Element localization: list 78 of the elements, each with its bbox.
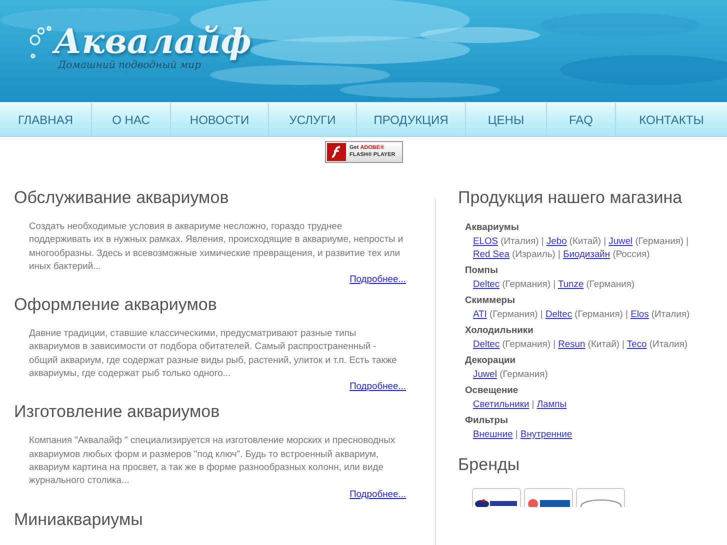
country-label: (Россия): [612, 248, 650, 259]
country-label: (Германия): [500, 368, 548, 379]
read-more-link[interactable]: Подробнее...: [350, 488, 406, 499]
country-label: (Германия): [490, 308, 538, 319]
section-heading: Бренды: [458, 454, 521, 476]
brand-link[interactable]: Red Sea: [473, 248, 510, 259]
separator: |: [532, 398, 534, 409]
nav-tab[interactable]: О НАС: [92, 103, 171, 136]
flash-logo-icon: [326, 143, 346, 161]
brand-link[interactable]: Juwel: [608, 235, 633, 246]
category-label: Декорации: [465, 354, 517, 366]
separator: |: [553, 338, 556, 349]
brand-link[interactable]: Внутренние: [520, 428, 572, 439]
brand-logo-icon: [578, 498, 622, 507]
brand-link[interactable]: Juwel: [473, 368, 497, 379]
read-more-link[interactable]: Подробнее...: [350, 380, 406, 392]
article-heading: Миниаквариумы: [14, 508, 144, 531]
brand-link[interactable]: [472, 488, 521, 507]
separator: |: [553, 278, 556, 289]
category-label: Холодильники: [465, 324, 534, 336]
article-heading: Изготовление аквариумов: [14, 401, 221, 424]
brand-link[interactable]: Jebo: [546, 235, 567, 246]
separator: |: [541, 235, 544, 246]
brand-link[interactable]: Светильники: [473, 398, 530, 409]
brand-link[interactable]: Биодизайн: [563, 248, 610, 259]
category-label: Фильтры: [465, 414, 509, 426]
read-more-link[interactable]: Подробнее...: [350, 273, 406, 284]
brand-link[interactable]: Elos: [630, 308, 649, 319]
separator: |: [622, 338, 624, 349]
country-label: (Италия): [651, 308, 690, 319]
separator: |: [604, 235, 606, 246]
brand-link[interactable]: Tunze: [558, 278, 584, 289]
nav-tab[interactable]: ЦЕНЫ: [466, 103, 547, 136]
logo-title: Аквалайф: [54, 22, 252, 62]
category-label: Помпы: [465, 264, 499, 276]
brand-link[interactable]: Внешние: [473, 428, 513, 439]
country-label: (Германия): [635, 235, 684, 246]
article-text: Создать необходимые условия в аквариуме несложно, гораздо труднее поддерживать их в нужных рамках. Явления, происходящие в аквариуме, непросты и многообразны. Здесь и всевозможные химические превращения, и развитие тех или иных бактерий...: [29, 219, 404, 272]
nav-tab[interactable]: УСЛУГИ: [269, 103, 357, 136]
brand-logo-icon: [474, 498, 518, 507]
brand-link[interactable]: [524, 488, 573, 507]
country-label: (Китай): [569, 235, 601, 246]
nav-tab[interactable]: ПРОДУКЦИЯ: [357, 103, 466, 136]
country-label: (Германия): [574, 308, 623, 319]
brand-link[interactable]: ATI: [473, 308, 487, 319]
nav-tab[interactable]: FAQ: [547, 103, 616, 136]
brand-link[interactable]: Deltec: [473, 338, 500, 349]
category-label: Аквариумы: [465, 221, 520, 233]
separator: |: [558, 248, 560, 259]
separator: |: [686, 235, 689, 246]
country-label: (Италия): [649, 338, 688, 349]
article-heading: Обслуживание аквариумов: [14, 187, 230, 209]
brand-logo-icon: [526, 498, 570, 507]
separator: |: [626, 308, 628, 319]
separator: |: [540, 308, 543, 319]
country-label: (Германия): [502, 278, 550, 289]
brand-link[interactable]: ELOS: [473, 235, 498, 246]
country-label: (Германия): [502, 338, 550, 349]
article-text: Компания "Аквалайф " специализируется на изготовление морских и пресноводных аквариумов любых форм и размеров "под ключ". Будь то встроенный аквариум, аквариум картина на просвет, а так же в форме разнообразных колонн, или виде журнального столика...: [29, 433, 396, 487]
country-label: (Германия): [586, 278, 635, 289]
article-text: Давние традиции, ставшие классическими, предусматривают разные типы аквариумов в зависимости от подбора обитателей. Самый распространенный - общий аквариум, где содержат разные виды рыб, растений, улиток и т.п. Есть также аквариумы, где содержат рыб только одного...: [29, 326, 398, 380]
country-label: (Италия): [500, 235, 539, 246]
country-label: (Израиль): [512, 248, 556, 259]
nav-tab[interactable]: НОВОСТИ: [171, 103, 269, 136]
brand-link[interactable]: Deltec: [545, 308, 572, 319]
brand-link[interactable]: Deltec: [473, 278, 500, 289]
brand-link[interactable]: Лампы: [536, 398, 566, 409]
brand-link[interactable]: Teco: [626, 338, 647, 349]
nav-tab[interactable]: КОНТАКТЫ: [616, 103, 727, 136]
country-label: (Китай): [588, 338, 620, 349]
category-label: Скиммеры: [465, 294, 516, 306]
category-label: Освещение: [465, 384, 520, 396]
nav-tab[interactable]: ГЛАВНАЯ: [0, 103, 92, 136]
section-heading: Продукция нашего магазина: [458, 187, 684, 209]
separator: |: [515, 428, 518, 439]
logo-tagline: Домашний подводный мир: [58, 60, 201, 71]
article-heading: Оформление аквариумов: [14, 294, 218, 316]
brand-link[interactable]: Resun: [558, 338, 586, 349]
